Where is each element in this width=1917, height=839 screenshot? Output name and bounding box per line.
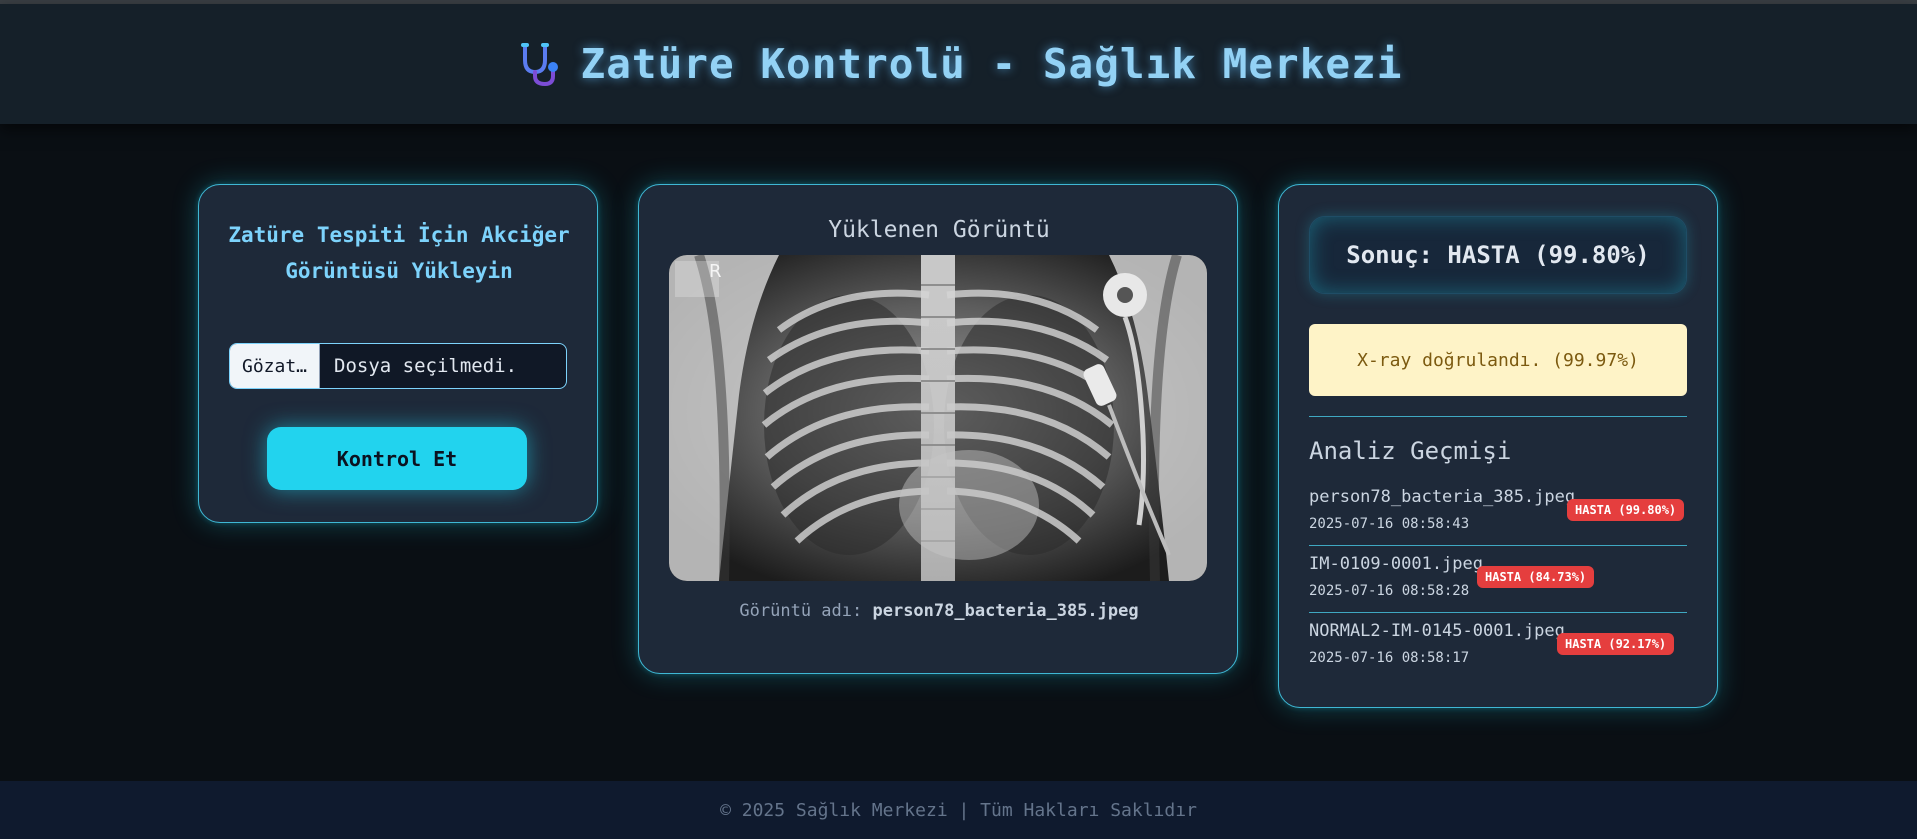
history-file-name: IM-0109-0001.jpeg [1309,554,1483,574]
xray-illustration: R [669,255,1207,581]
history-timestamp: 2025-07-16 08:58:28 [1309,583,1470,599]
history-item[interactable]: IM-0109-0001.jpeg 2025-07-16 08:58:28 HA… [1309,554,1687,614]
history-divider [1309,612,1687,613]
history-status-badge: HASTA (99.80%) [1567,499,1685,521]
history-divider [1309,545,1687,546]
history-timestamp: 2025-07-16 08:58:17 [1309,650,1470,666]
image-file-name: person78_bacteria_385.jpeg [872,601,1139,621]
xray-image: R [669,255,1207,581]
image-card: Yüklenen Görüntü R Görüntü adı: person78… [638,184,1238,674]
app-title: Zatüre Kontrolü - Sağlık Merkezi [580,40,1403,88]
file-status-text: Dosya seçilmedi. [334,355,518,377]
history-timestamp: 2025-07-16 08:58:43 [1309,516,1470,532]
history-file-name: NORMAL2-IM-0145-0001.jpeg [1309,621,1565,641]
file-input[interactable]: Gözat… Dosya seçilmedi. [229,343,567,389]
xray-marker: R [709,261,722,282]
history-item[interactable]: NORMAL2-IM-0145-0001.jpeg 2025-07-16 08:… [1309,621,1687,681]
upload-title: Zatüre Tespiti İçin Akciğer Görüntüsü Yü… [228,223,570,283]
history-title: Analiz Geçmişi [1309,437,1512,465]
footer-text: © 2025 Sağlık Merkezi | Tüm Hakları Sakl… [720,799,1197,821]
result-card: Sonuç: HASTA (99.80%) X-ray doğrulandı. … [1278,184,1718,708]
image-title: Yüklenen Görüntü [828,217,1050,243]
image-caption: Görüntü adı: person78_bacteria_385.jpeg [639,601,1239,621]
xray-verification-alert: X-ray doğrulandı. (99.97%) [1309,324,1687,396]
app-header: Zatüre Kontrolü - Sağlık Merkezi [0,4,1917,124]
image-caption-label: Görüntü adı: [739,601,863,621]
result-box: Sonuç: HASTA (99.80%) [1309,216,1687,294]
history-status-badge: HASTA (84.73%) [1477,566,1595,588]
history-item[interactable]: person78_bacteria_385.jpeg 2025-07-16 08… [1309,487,1687,547]
header-title-group: Zatüre Kontrolü - Sağlık Merkezi [515,40,1403,88]
footer: © 2025 Sağlık Merkezi | Tüm Hakları Sakl… [0,781,1917,839]
stethoscope-icon [520,43,558,87]
history-status-badge: HASTA (92.17%) [1557,633,1675,655]
history-file-name: person78_bacteria_385.jpeg [1309,487,1576,507]
upload-card: Zatüre Tespiti İçin Akciğer Görüntüsü Yü… [198,184,598,523]
result-divider [1309,416,1687,417]
browse-button[interactable]: Gözat… [230,344,320,388]
check-button[interactable]: Kontrol Et [267,427,527,490]
